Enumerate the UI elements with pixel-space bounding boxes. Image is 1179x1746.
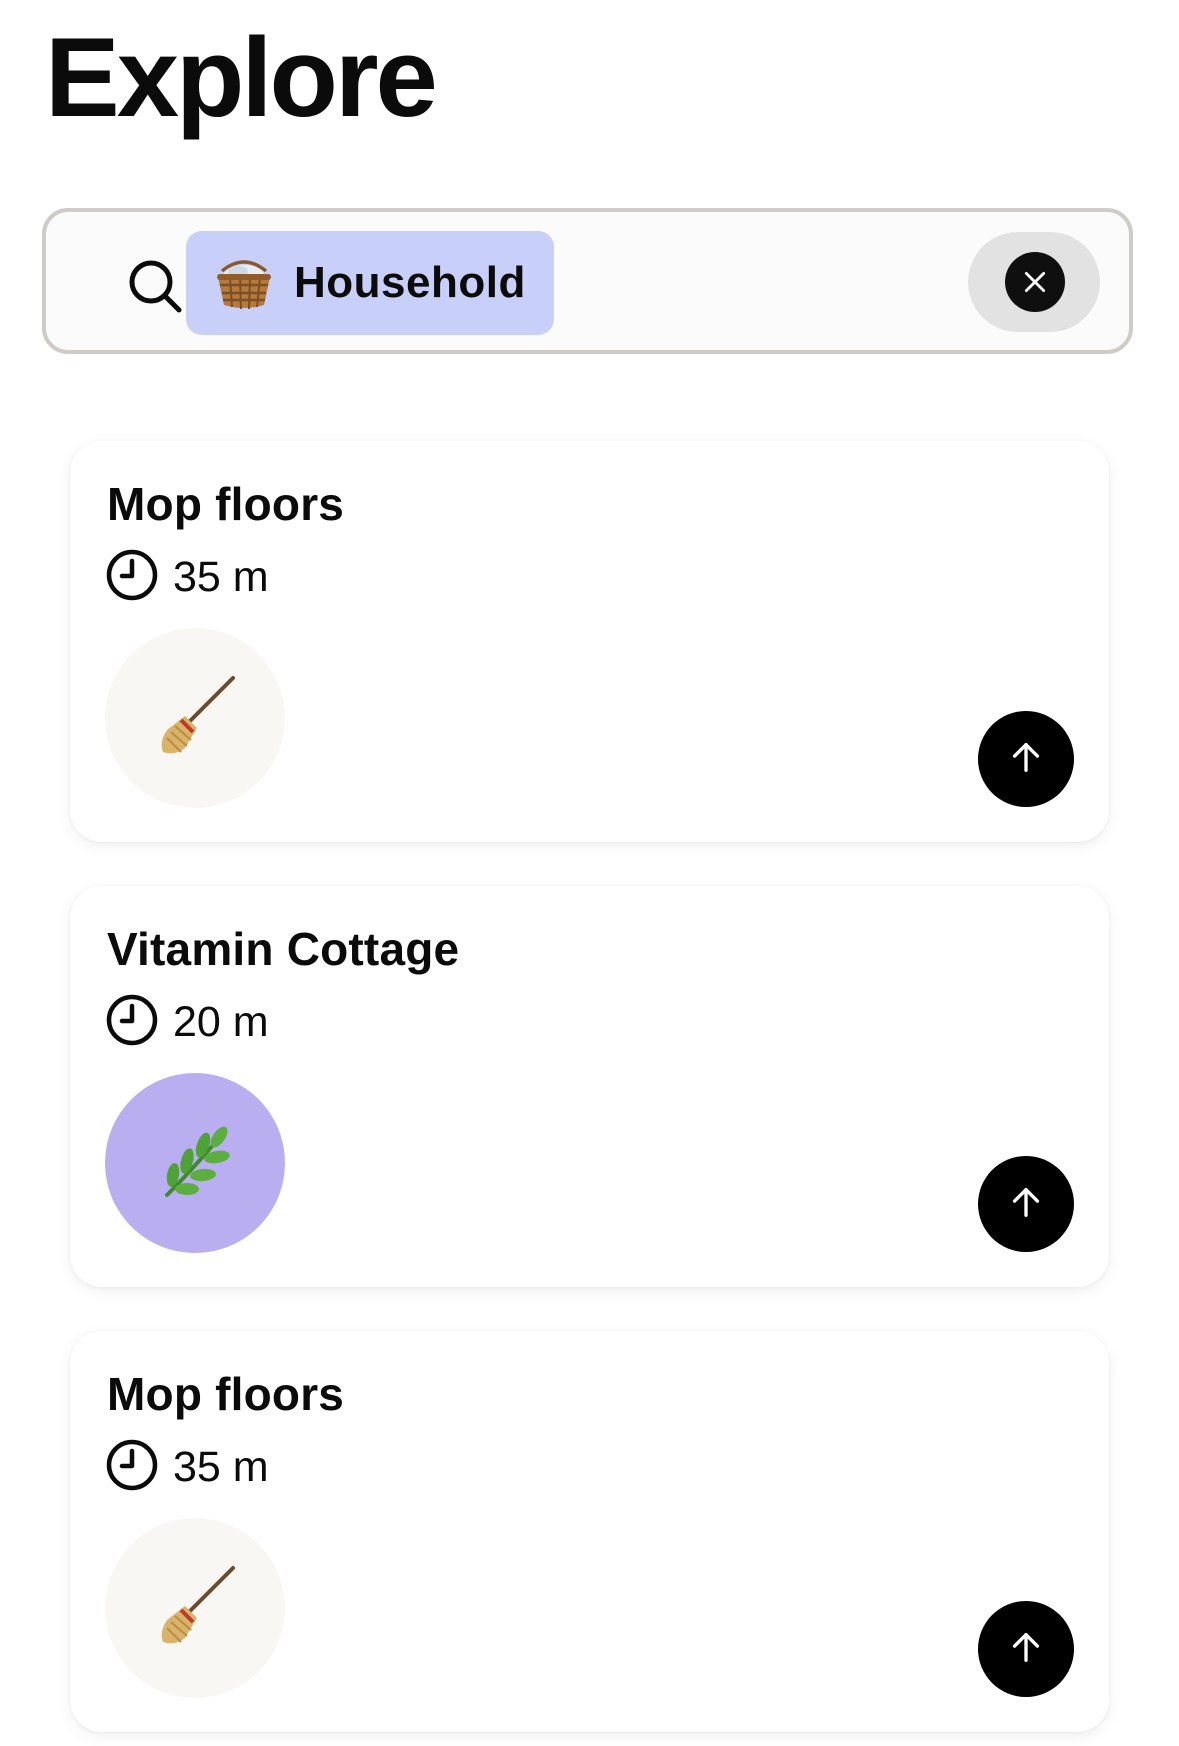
clear-filter-button[interactable] [968, 232, 1100, 332]
task-duration: 20 m [105, 994, 269, 1048]
duration-text: 20 m [173, 997, 269, 1046]
task-thumbnail [105, 1073, 285, 1253]
arrow-up-icon [1007, 1183, 1045, 1226]
broom-icon [145, 1556, 245, 1661]
task-title: Vitamin Cottage [107, 923, 460, 975]
basket-icon [214, 255, 274, 311]
arrow-up-icon [1007, 1628, 1045, 1671]
task-card[interactable]: Mop floors 35 m [70, 1331, 1109, 1732]
task-thumbnail [105, 1518, 285, 1698]
clock-icon [105, 1438, 159, 1497]
clock-icon [105, 993, 159, 1052]
open-task-button[interactable] [978, 711, 1074, 807]
task-duration: 35 m [105, 1439, 269, 1493]
task-card[interactable]: Mop floors 35 m [70, 441, 1109, 842]
arrow-up-icon [1007, 738, 1045, 781]
close-icon[interactable] [1005, 252, 1065, 312]
task-title: Mop floors [107, 478, 345, 530]
search-icon[interactable] [126, 257, 186, 317]
task-thumbnail [105, 628, 285, 808]
duration-text: 35 m [173, 1442, 269, 1491]
task-title: Mop floors [107, 1368, 345, 1420]
filter-chip-household[interactable]: Household [186, 231, 554, 335]
filter-chip-label: Household [294, 258, 526, 307]
open-task-button[interactable] [978, 1156, 1074, 1252]
search-bar[interactable]: Household [42, 208, 1133, 354]
broom-icon [145, 666, 245, 771]
page-title: Explore [45, 15, 438, 140]
herb-icon [145, 1111, 245, 1216]
task-card[interactable]: Vitamin Cottage 20 m [70, 886, 1109, 1287]
task-duration: 35 m [105, 549, 269, 603]
open-task-button[interactable] [978, 1601, 1074, 1697]
duration-text: 35 m [173, 552, 269, 601]
clock-icon [105, 548, 159, 607]
